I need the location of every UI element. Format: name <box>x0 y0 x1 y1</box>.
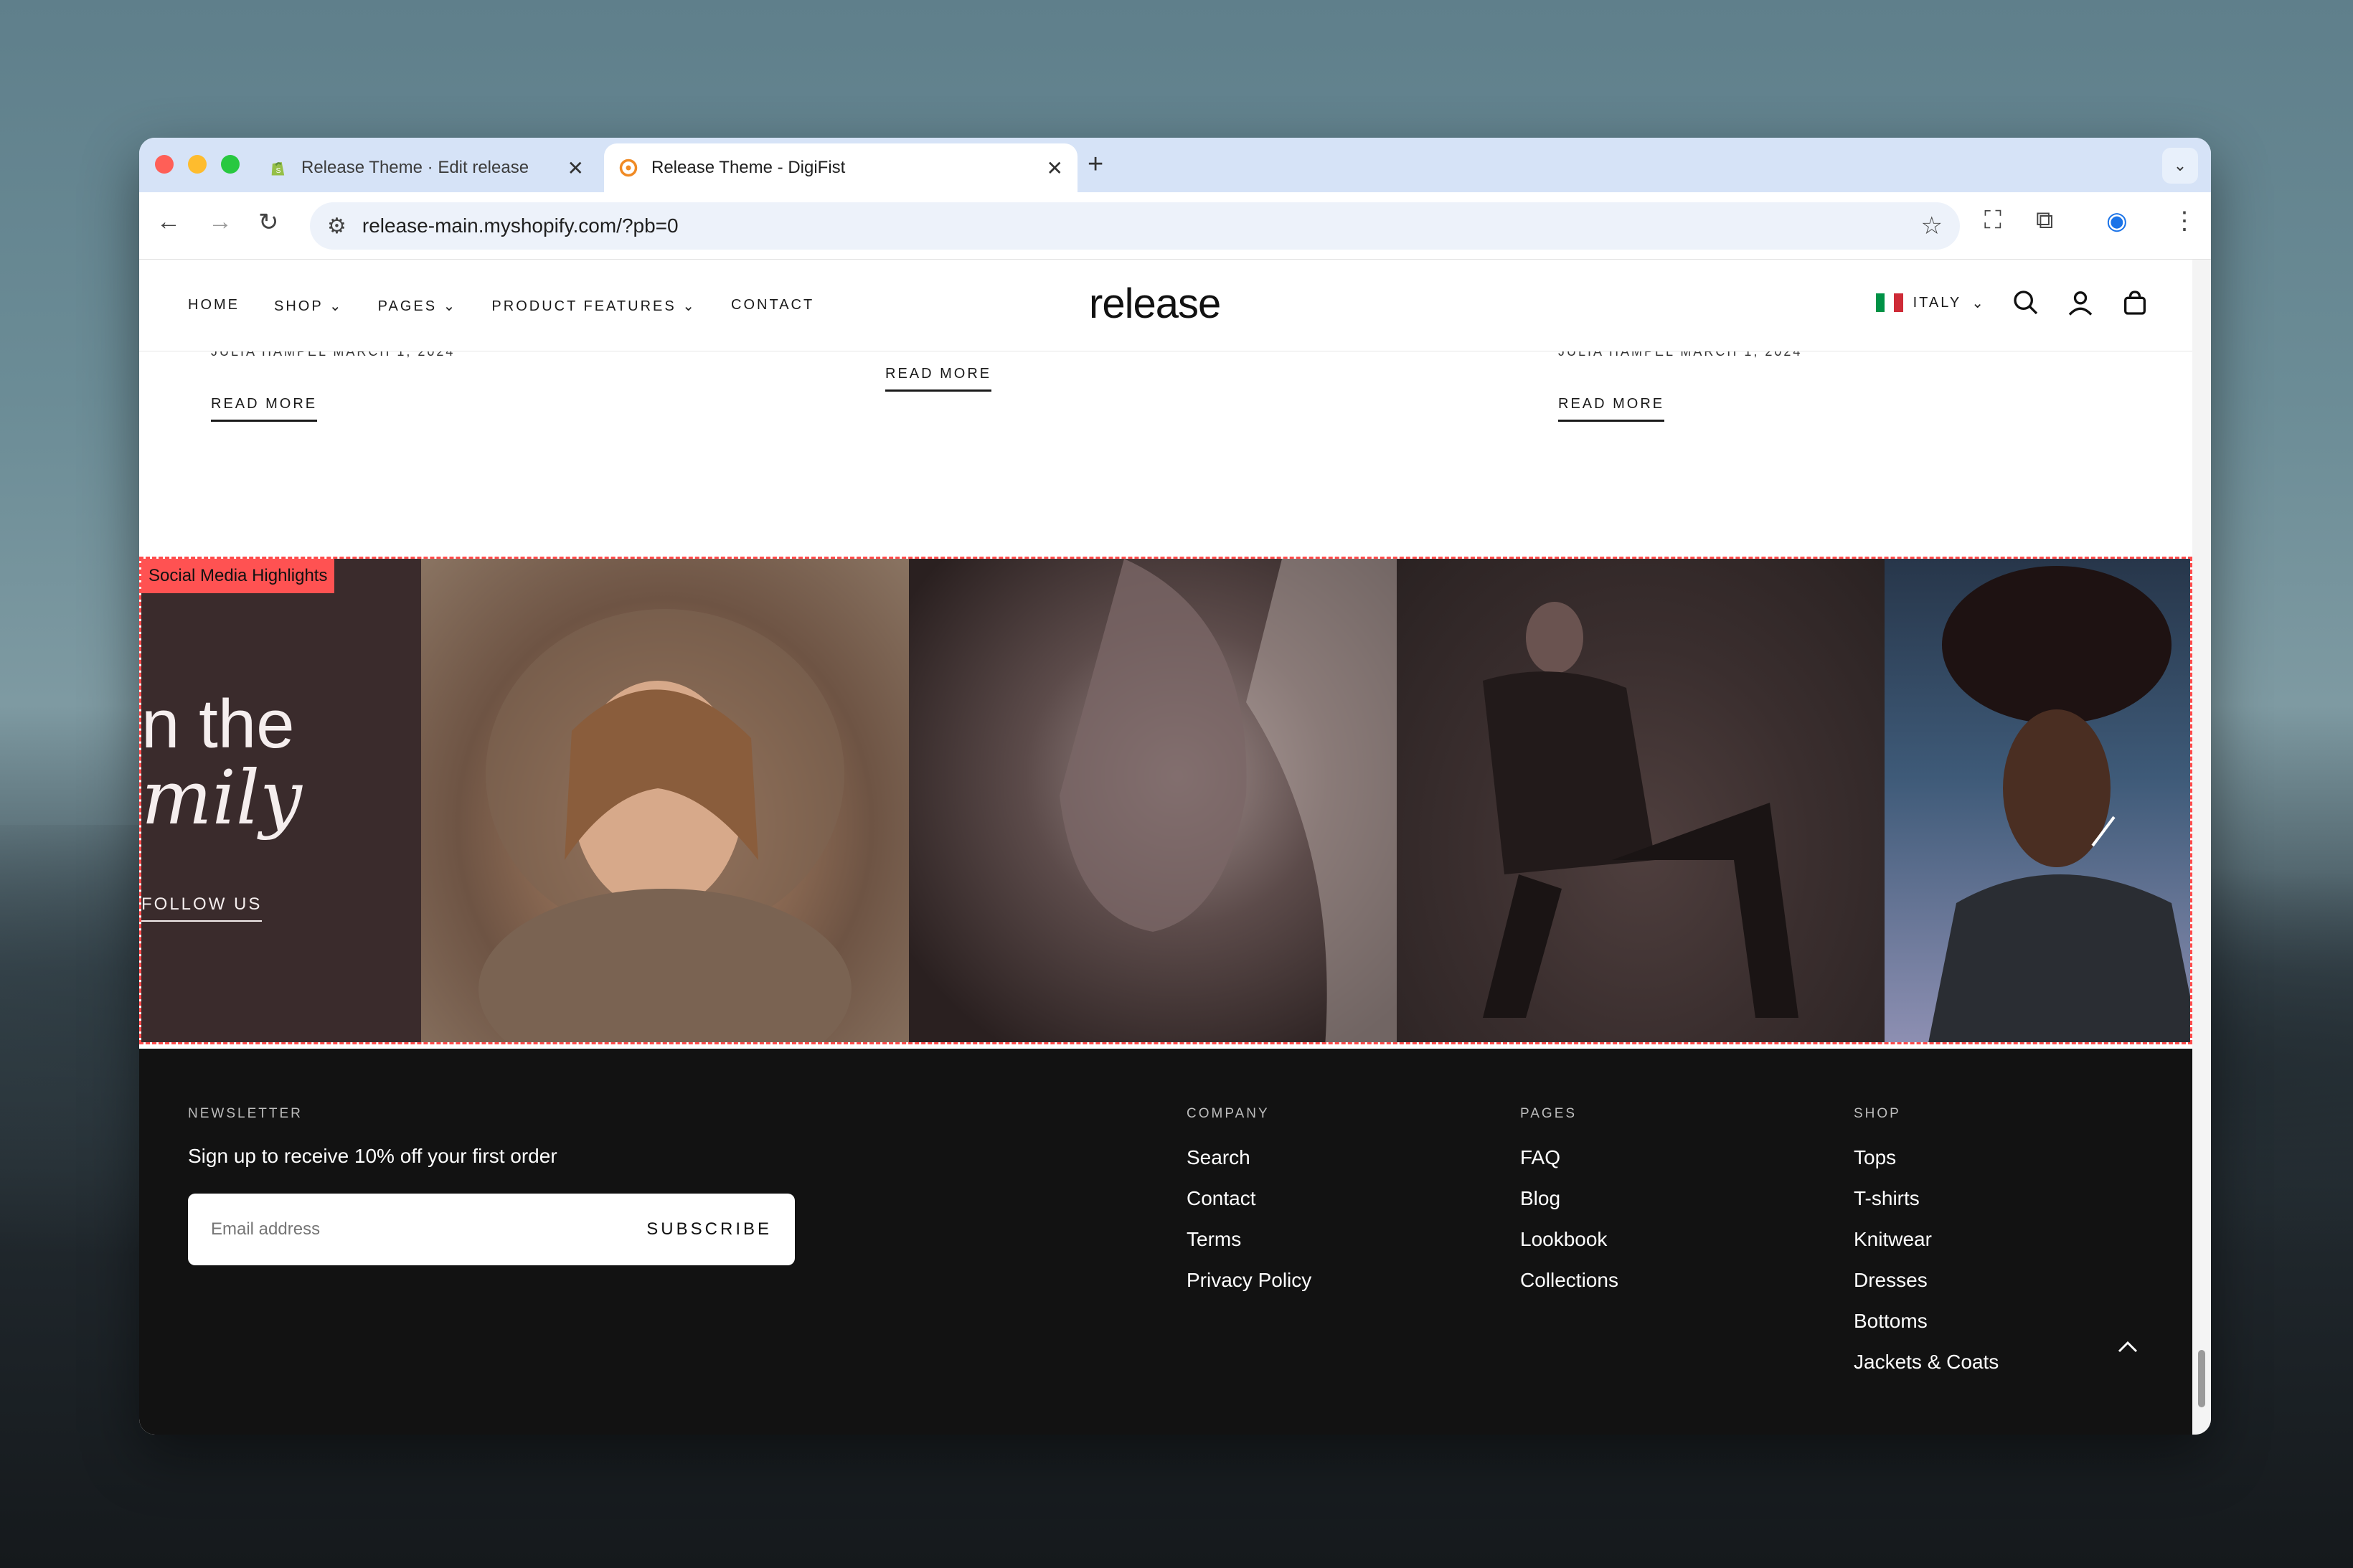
back-to-top-chevron-up-icon[interactable] <box>2115 1334 2141 1360</box>
close-tab-icon[interactable]: ✕ <box>567 156 584 180</box>
footer-link-tshirts[interactable]: T-shirts <box>1854 1187 1920 1210</box>
footer-link-knitwear[interactable]: Knitwear <box>1854 1228 1932 1251</box>
read-more-link[interactable]: READ MORE <box>211 396 318 422</box>
footer-link-tops[interactable]: Tops <box>1854 1146 1896 1169</box>
shop-heading: SHOP <box>1854 1106 1901 1121</box>
forward-icon[interactable]: → <box>208 208 232 236</box>
chevron-down-icon: ⌄ <box>2173 156 2187 174</box>
pages-heading: PAGES <box>1520 1106 1578 1121</box>
extensions-icon[interactable]: ⧉ <box>2036 207 2053 235</box>
close-tab-icon[interactable]: ✕ <box>1047 156 1063 180</box>
social-photo[interactable] <box>1397 559 1885 1042</box>
nav-pages-label: PAGES <box>377 298 438 314</box>
footer-link-lookbook[interactable]: Lookbook <box>1520 1228 1607 1251</box>
footer-link-terms[interactable]: Terms <box>1187 1228 1241 1251</box>
footer-link-contact[interactable]: Contact <box>1187 1187 1256 1210</box>
search-icon[interactable] <box>2012 288 2040 317</box>
section-label: Social Media Highlights <box>141 559 335 593</box>
footer-link-dresses[interactable]: Dresses <box>1854 1269 1928 1292</box>
portrait-denim-image <box>1928 566 2190 1042</box>
chevron-down-icon: ⌄ <box>682 298 697 314</box>
site-footer: NEWSLETTER Sign up to receive 10% off yo… <box>139 1049 2192 1435</box>
social-photo[interactable] <box>421 559 909 1042</box>
footer-link-faq[interactable]: FAQ <box>1520 1146 1560 1169</box>
close-window-button[interactable] <box>155 155 174 174</box>
profile-icon[interactable]: ◉ <box>2106 207 2128 235</box>
bookmark-star-icon[interactable]: ☆ <box>1921 212 1943 240</box>
chevron-down-icon: ⌄ <box>443 298 458 314</box>
digifist-icon <box>619 159 638 177</box>
browser-window: S Release Theme · Edit release ✕ Release… <box>139 138 2211 1435</box>
footer-link-blog[interactable]: Blog <box>1520 1187 1560 1210</box>
account-icon[interactable] <box>2066 288 2095 317</box>
footer-link-search[interactable]: Search <box>1187 1146 1250 1169</box>
tab-title: Release Theme · Edit release <box>301 158 529 177</box>
tab-strip: S Release Theme · Edit release ✕ Release… <box>139 138 2211 192</box>
page-scrollbar[interactable] <box>2192 260 2211 1435</box>
newsletter-text: Sign up to receive 10% off your first or… <box>188 1145 557 1167</box>
nav-product-features[interactable]: PRODUCT FEATURES ⌄ <box>491 297 697 315</box>
footer-link-jackets[interactable]: Jackets & Coats <box>1854 1351 1999 1374</box>
blog-row: JULIA HAMPEL MARCH 1, 2024 READ MORE REA… <box>139 344 2192 552</box>
company-heading: COMPANY <box>1187 1106 1270 1121</box>
shopify-icon: S <box>271 161 285 176</box>
social-photo[interactable] <box>1885 559 2190 1042</box>
portrait-knit-image <box>478 609 852 1042</box>
fashion-pose-image <box>1483 602 1798 1018</box>
browser-toolbar: ← → ↻ ⚙ release-main.myshopify.com/?pb=0… <box>139 192 2211 260</box>
social-photo[interactable] <box>909 559 1397 1042</box>
email-input[interactable] <box>211 1219 647 1239</box>
follow-us-link[interactable]: FOLLOW US <box>141 894 263 922</box>
social-heading-italic: mily <box>141 754 302 841</box>
italy-flag-icon <box>1875 293 1903 312</box>
social-heading: n the <box>141 686 295 762</box>
tab-search-button[interactable]: ⌄ <box>2162 148 2198 184</box>
tab-release-edit[interactable]: S Release Theme · Edit release ✕ <box>254 143 598 192</box>
footer-link-privacy[interactable]: Privacy Policy <box>1187 1269 1311 1292</box>
tab-release-digifist[interactable]: Release Theme - DigiFist ✕ <box>604 143 1078 192</box>
new-tab-button[interactable]: + <box>1088 149 1103 180</box>
nav-product-features-label: PRODUCT FEATURES <box>491 298 676 314</box>
social-intro: n the mily FOLLOW US <box>141 559 421 1042</box>
country-selector[interactable]: ITALY ⌄ <box>1875 293 1986 312</box>
screen-capture-icon[interactable]: ⛶ <box>1984 207 2001 235</box>
tab-title: Release Theme - DigiFist <box>651 158 846 177</box>
minimize-window-button[interactable] <box>188 155 207 174</box>
portrait-monochrome-image <box>1060 559 1397 1042</box>
reload-icon[interactable]: ↻ <box>258 208 279 237</box>
nav-contact[interactable]: CONTACT <box>731 297 814 315</box>
maximize-window-button[interactable] <box>221 155 240 174</box>
nav-home[interactable]: HOME <box>188 297 240 315</box>
read-more-link[interactable]: READ MORE <box>1558 396 1665 422</box>
chevron-down-icon: ⌄ <box>329 298 344 314</box>
nav-pages[interactable]: PAGES ⌄ <box>378 297 458 315</box>
more-menu-icon[interactable]: ⋮ <box>2172 207 2197 235</box>
address-bar[interactable]: ⚙ release-main.myshopify.com/?pb=0 ☆ <box>310 202 1960 250</box>
footer-link-bottoms[interactable]: Bottoms <box>1854 1310 1928 1333</box>
main-nav: HOME SHOP ⌄ PAGES ⌄ PRODUCT FEATURES ⌄ C… <box>188 297 814 315</box>
newsletter-form: SUBSCRIBE <box>188 1194 795 1265</box>
scrollbar-thumb[interactable] <box>2198 1350 2205 1407</box>
social-media-highlights: Social Media Highlights n the mily FOLLO… <box>139 557 2192 1044</box>
cart-bag-icon[interactable] <box>2121 288 2149 317</box>
site-logo[interactable]: release <box>1089 280 1221 328</box>
read-more-link[interactable]: READ MORE <box>885 366 992 392</box>
site-settings-icon[interactable]: ⚙ <box>327 214 346 239</box>
site-header: HOME SHOP ⌄ PAGES ⌄ PRODUCT FEATURES ⌄ C… <box>139 260 2192 351</box>
nav-shop[interactable]: SHOP ⌄ <box>274 297 344 315</box>
page-viewport: HOME SHOP ⌄ PAGES ⌄ PRODUCT FEATURES ⌄ C… <box>139 260 2192 1435</box>
svg-text:S: S <box>276 166 281 175</box>
subscribe-button[interactable]: SUBSCRIBE <box>646 1219 772 1239</box>
header-actions: ITALY ⌄ <box>1875 288 2149 317</box>
back-icon[interactable]: ← <box>156 208 181 236</box>
nav-shop-label: SHOP <box>274 298 324 314</box>
newsletter-heading: NEWSLETTER <box>188 1106 303 1121</box>
url-text[interactable]: release-main.myshopify.com/?pb=0 <box>362 214 1921 237</box>
country-label: ITALY <box>1913 294 1962 311</box>
chevron-down-icon: ⌄ <box>1971 295 1986 311</box>
window-controls <box>155 155 240 174</box>
footer-link-collections[interactable]: Collections <box>1520 1269 1618 1292</box>
